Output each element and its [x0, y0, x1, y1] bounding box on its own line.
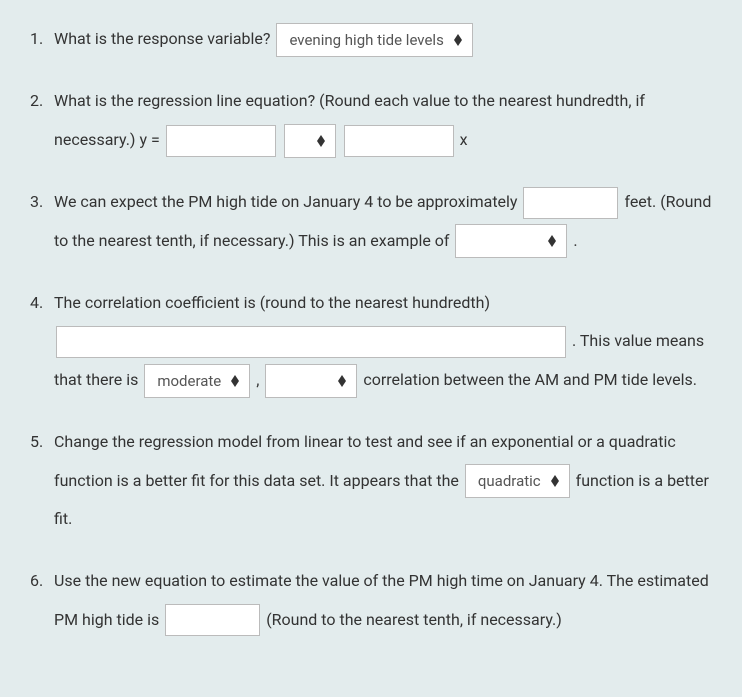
q4-direction-select[interactable] — [265, 364, 357, 398]
question-2: What is the regression line equation? (R… — [30, 82, 712, 159]
question-5: Change the regression model from linear … — [30, 423, 712, 538]
q2-text-after: x — [460, 130, 468, 149]
q2-sign-select[interactable] — [284, 124, 336, 158]
q3-example-type-select[interactable] — [455, 224, 567, 258]
question-list: What is the response variable? evening h… — [30, 20, 712, 639]
q2-intercept-input[interactable] — [166, 125, 276, 157]
chevron-updown-icon — [548, 235, 556, 247]
select-label: evening high tide levels — [289, 22, 443, 58]
q1-text: What is the response variable? — [54, 29, 270, 48]
q6-estimate-input[interactable] — [165, 604, 260, 636]
chevron-updown-icon — [454, 34, 462, 46]
chevron-updown-icon — [338, 375, 346, 387]
q6-text-after: (Round to the nearest tenth, if necessar… — [266, 610, 562, 629]
chevron-updown-icon — [231, 375, 239, 387]
q3-text-before: We can expect the PM high tide on Januar… — [54, 192, 518, 211]
q4-strength-select[interactable]: moderate — [144, 364, 250, 398]
q3-feet-input[interactable] — [523, 187, 618, 219]
q2-slope-input[interactable] — [344, 125, 454, 157]
question-6: Use the new equation to estimate the val… — [30, 562, 712, 639]
chevron-updown-icon — [551, 475, 559, 487]
select-label: moderate — [157, 363, 221, 399]
chevron-updown-icon — [317, 135, 325, 147]
q4-comma: , — [256, 370, 259, 389]
q4-coefficient-input[interactable] — [56, 326, 566, 358]
question-1: What is the response variable? evening h… — [30, 20, 712, 58]
q4-text-before: The correlation coefficient is (round to… — [54, 293, 490, 312]
q5-function-type-select[interactable]: quadratic — [465, 464, 570, 498]
select-label: quadratic — [478, 463, 541, 499]
question-4: The correlation coefficient is (round to… — [30, 284, 712, 399]
q1-response-variable-select[interactable]: evening high tide levels — [276, 23, 472, 57]
question-3: We can expect the PM high tide on Januar… — [30, 183, 712, 260]
q3-text-after: . — [573, 231, 577, 250]
q4-text-end: correlation between the AM and PM tide l… — [363, 370, 697, 389]
